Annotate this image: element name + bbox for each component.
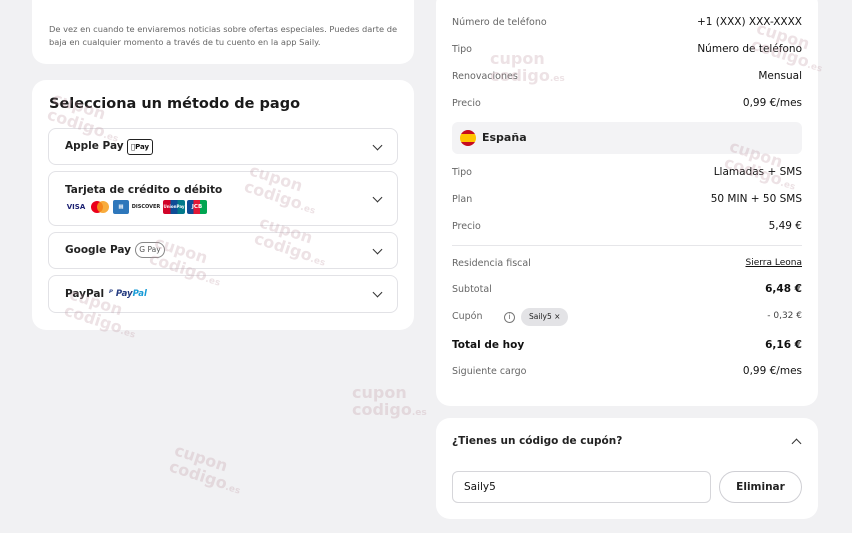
country-header: España (452, 122, 802, 154)
country-name: España (482, 131, 527, 144)
info-icon[interactable]: i (504, 312, 515, 323)
watermark: cupon codigo.es (166, 440, 242, 497)
chevron-up-icon[interactable] (791, 438, 802, 449)
next-charge-value: 0,99 €/mes (742, 365, 802, 377)
jcb-icon: JCB (187, 200, 207, 214)
coupon-input[interactable] (452, 471, 711, 503)
total-label: Total de hoy (452, 339, 525, 351)
tax-residence-label: Residencia fiscal (452, 258, 531, 269)
subtotal-label: Subtotal (452, 284, 492, 295)
coupon-title: ¿Tienes un código de cupón? (452, 435, 623, 447)
newsletter-text: De vez en cuando te enviaremos noticias … (49, 24, 398, 47)
type-label: Tipo (452, 44, 472, 55)
discover-icon: DISCOVER (131, 200, 161, 214)
renewal-label: Renovaciones (452, 71, 518, 82)
payment-title: Selecciona un método de pago (49, 96, 301, 112)
newsletter-card: De vez en cuando te enviaremos noticias … (32, 0, 414, 64)
plan-value: 50 MIN + 50 SMS (710, 193, 802, 205)
next-charge-label: Siguiente cargo (452, 366, 527, 377)
coupon-label: Cupón (452, 311, 483, 322)
option-label: Apple Pay (65, 140, 124, 152)
subtotal-value: 6,48 € (765, 283, 802, 295)
unionpay-icon: UnionPay (163, 200, 185, 214)
type-value: Llamadas + SMS (713, 166, 802, 178)
amex-icon: ▦ (113, 200, 129, 214)
payment-option-apple-pay[interactable]: Apple Pay Pay (48, 128, 398, 165)
card-brands: VISA ▦ DISCOVER UnionPay JCB (65, 200, 207, 214)
payment-option-card[interactable]: Tarjeta de crédito o débito VISA ▦ DISCO… (48, 171, 398, 226)
chevron-down-icon (372, 244, 383, 255)
renewal-value: Mensual (758, 70, 802, 82)
coupon-discount-value: - 0,32 € (767, 311, 802, 321)
price-label: Precio (452, 221, 481, 232)
type-label: Tipo (452, 167, 472, 178)
coupon-card: ¿Tienes un código de cupón? Eliminar (436, 418, 818, 519)
google-pay-icon: G Pay (135, 242, 165, 258)
option-label: PayPal (65, 288, 105, 300)
coupon-row: Cupón i Saily5 × - 0,32 € (452, 308, 802, 326)
spain-flag-icon (460, 130, 476, 146)
price-value: 5,49 € (768, 220, 802, 232)
chevron-down-icon (372, 192, 383, 203)
apple-pay-icon: Pay (127, 139, 153, 155)
payment-option-google-pay[interactable]: Google Pay G Pay (48, 232, 398, 269)
mastercard-icon (89, 200, 111, 214)
payment-option-paypal[interactable]: PayPal ᴾ PayPal (48, 275, 398, 313)
payment-method-card: Selecciona un método de pago Apple Pay … (32, 80, 414, 330)
phone-value: +1 (XXX) XXX-XXXX (696, 16, 802, 28)
remove-coupon-button[interactable]: Eliminar (719, 471, 802, 503)
watermark: cupon codigo.es (352, 383, 427, 419)
paypal-icon: ᴾ PayPal (109, 289, 147, 299)
phone-label: Número de teléfono (452, 17, 547, 28)
plan-label: Plan (452, 194, 473, 205)
type-value: Número de teléfono (697, 43, 802, 55)
option-label: Google Pay (65, 244, 131, 256)
order-summary-card: Número de teléfono +1 (XXX) XXX-XXXX Tip… (436, 0, 818, 406)
tax-residence-link[interactable]: Sierra Leona (746, 258, 803, 268)
chevron-down-icon (372, 287, 383, 298)
total-value: 6,16 € (765, 339, 802, 351)
price-label: Precio (452, 98, 481, 109)
divider (452, 245, 802, 246)
visa-icon: VISA (65, 200, 87, 214)
coupon-chip[interactable]: Saily5 × (521, 308, 569, 326)
chevron-down-icon (372, 140, 383, 151)
option-label: Tarjeta de crédito o débito (65, 184, 223, 196)
price-value: 0,99 €/mes (742, 97, 802, 109)
